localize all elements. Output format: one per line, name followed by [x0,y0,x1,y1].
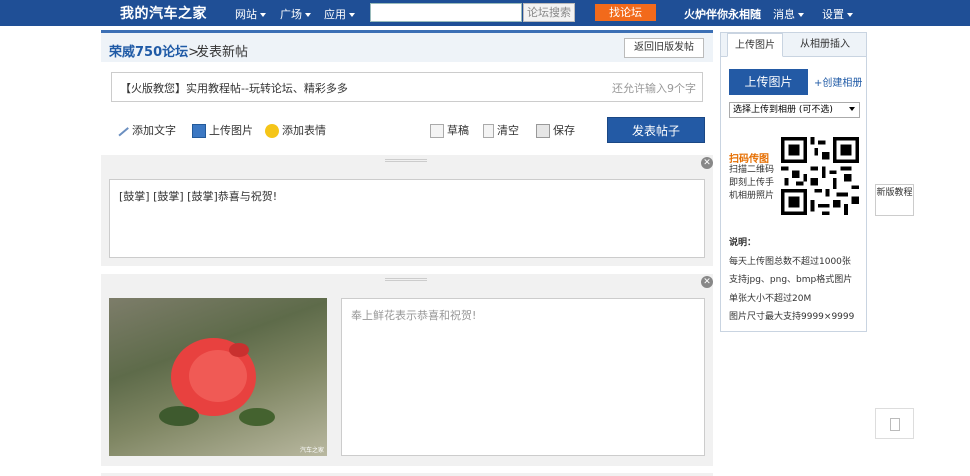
upload-sidebar: 上传图片 从相册插入 上传图片 +创建相册 选择上传到相册 (可不选) 扫码传图… [720,32,867,332]
image-icon [192,124,206,138]
edit-document-icon [890,418,900,431]
note-line: 图片尺寸最大支持9999×9999 [729,312,855,322]
folder-icon [430,124,444,138]
rose-leaf [159,406,199,426]
nav-apps[interactable]: 应用 [324,6,355,22]
old-version-button[interactable]: 返回旧版发帖 [624,38,704,58]
uploaded-rose-image: 汽车之家 [109,298,327,456]
chevron-down-icon [305,13,311,17]
nav-square[interactable]: 广场 [280,6,311,22]
qr-description: 扫描二维码即刻上传手机相册照片 [729,165,775,201]
drag-handle[interactable] [385,278,427,281]
upload-image-button[interactable]: 上传图片 [192,122,253,138]
create-album-link[interactable]: +创建相册 [814,74,862,89]
breadcrumb-forum-link[interactable]: 荣威750论坛 [109,45,188,60]
draft-button[interactable]: 草稿 [430,122,469,138]
page-title: 发表新帖 [196,45,249,60]
subject-value: 【火版教您】实用教程帖--玩转论坛、精彩多多 [120,82,348,95]
editor-header: 荣威750论坛> 发表新帖 返回旧版发帖 [101,30,713,62]
forum-search-input[interactable] [370,3,522,22]
note-line: 支持jpg、png、bmp格式图片 [729,275,853,285]
note-line: 单张大小不超过20M [729,294,812,304]
image-caption-input[interactable]: 奉上鲜花表示恭喜和祝贺! [341,298,705,456]
text-block: ✕ [鼓掌] [鼓掌] [鼓掌]恭喜与祝贺! [101,155,713,266]
notes-title: 说明： [729,238,757,248]
qr-code-icon [781,137,859,215]
sidebar-tabs: 上传图片 从相册插入 [721,33,866,57]
tab-insert-from-album[interactable]: 从相册插入 [791,33,859,57]
nav-messages[interactable]: 消息 [773,6,804,22]
text-block-content[interactable]: [鼓掌] [鼓掌] [鼓掌]恭喜与祝贺! [109,179,705,258]
post-editor: 荣威750论坛> 发表新帖 返回旧版发帖 【火版教您】实用教程帖--玩转论坛、精… [101,30,713,476]
add-emoji-button[interactable]: 添加表情 [265,122,326,138]
album-select[interactable]: 选择上传到相册 (可不选) [729,102,860,118]
breadcrumb: 荣威750论坛> [109,45,200,60]
pen-icon [117,125,129,137]
chevron-down-icon [798,13,804,17]
forum-search-button[interactable]: 论坛搜索 [523,3,575,22]
slogan: 火炉伴你永相随 [684,8,761,21]
chevron-down-icon [349,13,355,17]
drag-handle[interactable] [385,159,427,162]
tab-upload-image[interactable]: 上传图片 [727,33,783,57]
subject-field[interactable]: 【火版教您】实用教程帖--玩转论坛、精彩多多 还允许输入9个字 [111,72,703,102]
qr-title: 扫码传图 [729,154,769,165]
smiley-icon [265,124,279,138]
sidebar-upload-button[interactable]: 上传图片 [729,69,808,95]
save-icon [536,124,550,138]
chevron-down-icon [849,107,855,111]
clear-button[interactable]: 清空 [483,122,519,138]
editor-toolbar: 添加文字 上传图片 添加表情 草稿 清空 保存 发表帖子 [101,112,713,148]
rose-leaf [239,408,275,426]
rose-center [189,350,247,402]
top-navbar: 我的汽车之家 网站 广场 应用 论坛搜索 找论坛 火炉伴你永相随 消息 设置 [0,0,970,26]
close-icon[interactable]: ✕ [701,157,713,169]
close-icon[interactable]: ✕ [701,276,713,288]
site-logo[interactable]: 我的汽车之家 [120,3,207,23]
image-watermark: 汽车之家 [299,447,324,454]
rose-bud [229,343,249,357]
nav-website[interactable]: 网站 [235,6,266,22]
new-tutorial-button[interactable]: 新版教程 [875,184,914,216]
find-forum-button[interactable]: 找论坛 [595,4,656,21]
image-block: ✕ 汽车之家 奉上鲜花表示恭喜和祝贺! [101,274,713,466]
publish-button[interactable]: 发表帖子 [607,117,705,143]
feedback-button[interactable] [875,408,914,439]
note-line: 每天上传图总数不超过1000张 [729,257,851,267]
trash-icon [483,124,494,138]
save-button[interactable]: 保存 [536,122,575,138]
subject-char-hint: 还允许输入9个字 [612,82,696,95]
chevron-down-icon [260,13,266,17]
nav-settings[interactable]: 设置 [822,6,853,22]
add-text-button[interactable]: 添加文字 [117,122,176,138]
chevron-down-icon [847,13,853,17]
